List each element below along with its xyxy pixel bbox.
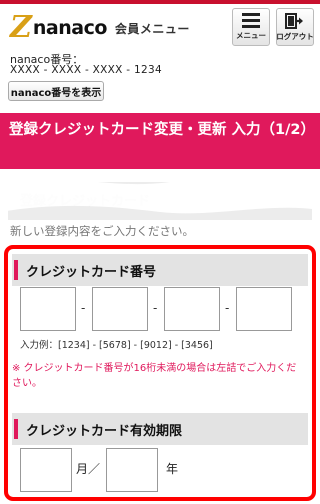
- menu-button[interactable]: メニュー: [232, 8, 270, 46]
- expiry-month-field[interactable]: [20, 448, 72, 492]
- nanaco-logo[interactable]: Z nanaco 会員メニュー: [10, 10, 190, 45]
- expiry-date-heading: クレジットカード有効期限: [12, 413, 308, 445]
- top-accent-bar: [0, 0, 320, 4]
- torn-edge-overlay: [0, 174, 320, 214]
- logout-icon: [285, 12, 303, 29]
- month-label: 月／: [76, 462, 101, 476]
- member-menu-title: 会員メニュー: [114, 21, 190, 36]
- nanaco-number-value: XXXX - XXXX - XXXX - 1234: [10, 64, 162, 76]
- logout-button[interactable]: ログアウト: [276, 8, 314, 46]
- card-number-field-1[interactable]: [20, 287, 76, 331]
- show-nanaco-number-button[interactable]: nanaco番号を表示: [8, 81, 104, 101]
- expiry-year-field[interactable]: [106, 448, 158, 492]
- card-number-separator: -: [81, 301, 86, 315]
- year-label: 年: [166, 462, 179, 476]
- card-number-field-3[interactable]: [164, 287, 220, 331]
- logo-mark: Z: [10, 10, 32, 45]
- card-number-separator: -: [225, 301, 230, 315]
- logout-button-label: ログアウト: [276, 31, 314, 41]
- hamburger-icon: [242, 13, 260, 28]
- menu-button-label: メニュー: [236, 31, 266, 40]
- card-number-field-4[interactable]: [236, 287, 292, 331]
- page-title: 登録クレジットカード変更・更新 入力（1/2）: [0, 113, 320, 169]
- credit-card-number-heading: クレジットカード番号: [12, 254, 308, 286]
- highlighted-form-area: クレジットカード番号 - - - 入力例：[1234] - [5678] - […: [4, 245, 316, 501]
- logo-text: nanaco: [32, 17, 108, 39]
- card-number-separator: -: [153, 301, 158, 315]
- card-number-example: 入力例：[1234] - [5678] - [9012] - [3456]: [20, 340, 213, 351]
- card-number-field-2[interactable]: [92, 287, 148, 331]
- card-number-warning: ※ クレジットカード番号が16桁未満の場合は左詰でご入力ください。: [12, 363, 297, 389]
